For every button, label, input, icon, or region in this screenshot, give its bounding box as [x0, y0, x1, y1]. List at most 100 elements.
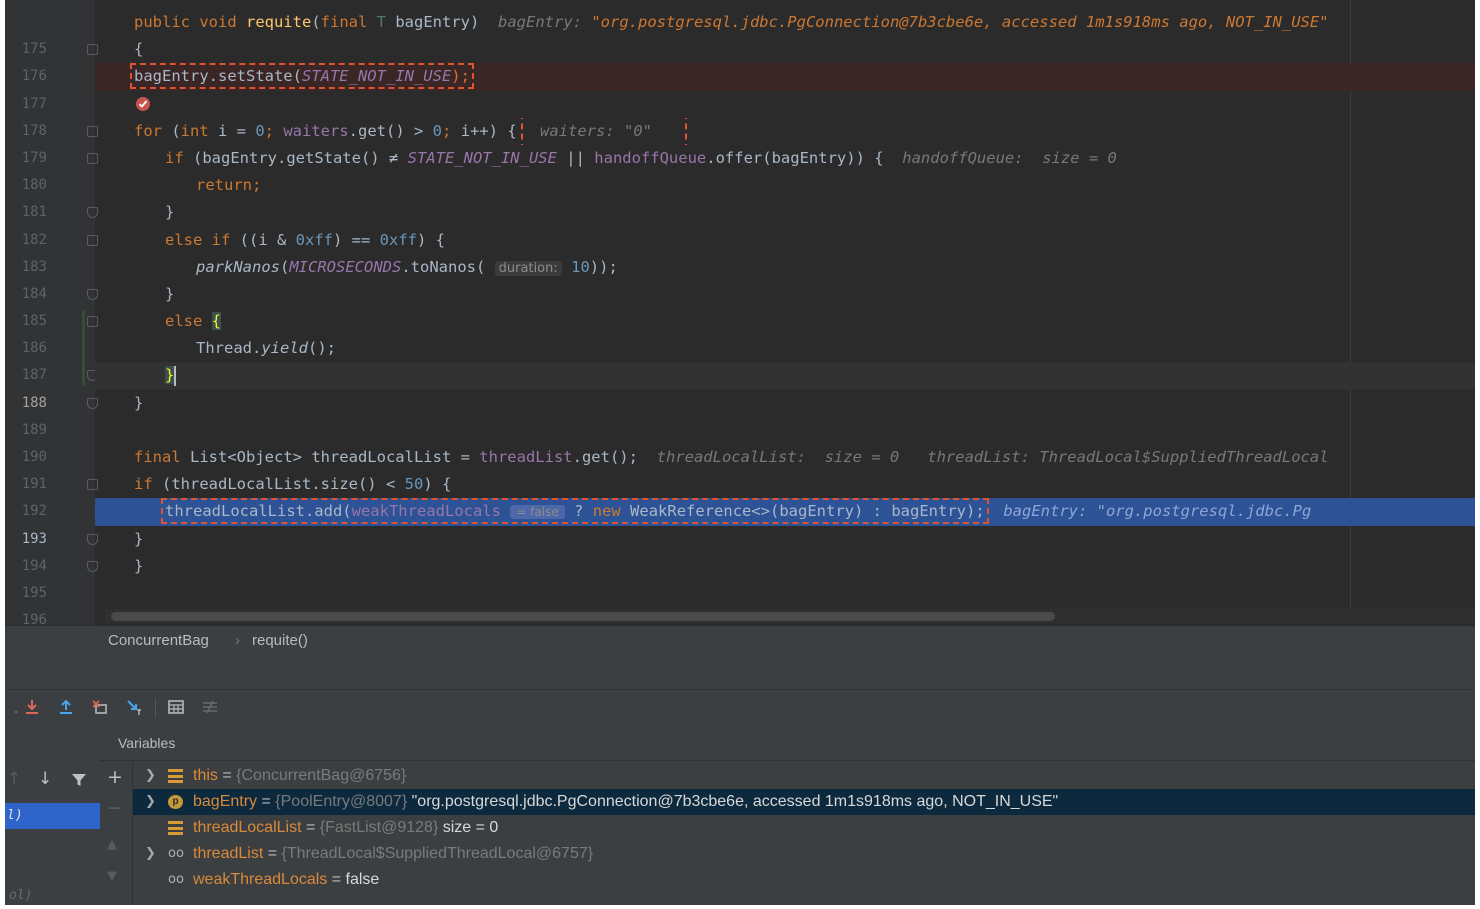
scrollbar-thumb[interactable] — [111, 612, 1055, 621]
frames-panel: ↑ ↓ l) ol) — [5, 725, 100, 905]
variable-name: weakThreadLocals — [193, 871, 328, 888]
variable-type: {ThreadLocal$SuppliedThreadLocal@6757} — [281, 845, 594, 862]
constant: STATE_NOT_IN_USE — [407, 148, 557, 167]
code-line[interactable]: 180 if (bagEntry.getState() ≠ STATE_NOT_… — [5, 145, 1475, 193]
code-token: ((i & — [239, 230, 296, 249]
step-out-icon[interactable] — [55, 698, 77, 718]
code-token: final — [134, 448, 190, 466]
code-line[interactable]: 178 — [5, 91, 1475, 139]
drop-frame-icon[interactable] — [89, 698, 111, 718]
code-line[interactable]: 196 — [5, 580, 1475, 625]
code-token: T — [376, 13, 396, 31]
trace-icon[interactable] — [199, 698, 221, 718]
variable-row-weakThreadLocals[interactable]: oo weakThreadLocals = false — [133, 867, 1475, 893]
watch-glasses-icon: oo — [168, 872, 184, 887]
static-method: yield — [261, 339, 308, 358]
horizontal-scrollbar[interactable] — [105, 609, 1475, 623]
code-line[interactable]: 192 if (threadLocalList.size() < 50) { — [5, 471, 1475, 519]
code-token: .get(); — [572, 448, 638, 466]
code-line[interactable]: 176 { — [5, 36, 1475, 84]
code-token: i = — [218, 121, 256, 140]
code-token: } — [134, 529, 144, 548]
code-token: WeakReference<>(bagEntry) : bagEntry); — [630, 502, 985, 521]
variable-eq: = — [327, 871, 346, 888]
breadcrumb-method[interactable]: requite() — [252, 626, 308, 656]
ide-window: 175 public void requite(final T bagEntry… — [5, 0, 1475, 905]
move-up-icon[interactable]: ▲ — [107, 837, 117, 852]
code-line[interactable]: 179 for (int i = 0; waiters.get() > 0; i… — [5, 117, 1475, 166]
variable-eq: = — [217, 767, 237, 784]
expand-arrow-icon[interactable]: ❯ — [145, 841, 156, 867]
code-token: threadLocalList.add( — [165, 502, 352, 521]
arrow-down-icon[interactable]: ↓ — [38, 769, 52, 789]
step-into-icon[interactable] — [21, 698, 43, 718]
evaluate-icon[interactable] — [165, 698, 187, 718]
code-token: i++) { — [460, 121, 517, 140]
code-line[interactable]: 186 else { — [5, 308, 1475, 356]
code-line[interactable]: 195 } — [5, 553, 1475, 601]
code-token: if — [165, 148, 193, 167]
code-line[interactable]: 191 final List<Object> threadLocalList =… — [5, 444, 1475, 492]
constant: MICROSECONDS — [289, 257, 402, 276]
inline-value-badge: = false — [510, 505, 565, 520]
remove-watch-icon[interactable]: − — [107, 797, 123, 819]
code-line[interactable]: 175 public void requite(final T bagEntry… — [5, 9, 1475, 57]
code-line[interactable]: 190 — [5, 417, 1475, 465]
number-literal: 0 — [255, 121, 265, 140]
code-token: if — [134, 475, 162, 494]
frame-item[interactable]: ol) — [9, 888, 32, 903]
code-token: final — [320, 13, 377, 31]
filter-icon[interactable] — [71, 769, 87, 793]
breadcrumb-separator: › — [235, 632, 240, 649]
code-token: .get() > — [348, 121, 433, 140]
variable-name: threadList — [193, 845, 264, 862]
selected-frame[interactable]: l) — [5, 803, 100, 829]
annotated-statement: bagEntry.setState(STATE_NOT_IN_USE); — [130, 63, 474, 90]
move-down-icon[interactable]: ▼ — [107, 869, 117, 884]
code-line-breakpoint[interactable]: 177 bagEntry.setState(STATE_NOT_IN_USE); — [5, 63, 1475, 112]
code-line[interactable]: 187 Thread.yield(); — [5, 335, 1475, 383]
variable-row-threadList[interactable]: ❯ oo threadList = {ThreadLocal$SuppliedT… — [133, 841, 1475, 867]
code-token: ( — [171, 121, 181, 140]
code-line[interactable]: 194 } — [5, 526, 1475, 574]
constant: STATE_NOT_IN_USE — [301, 67, 452, 86]
parameter-hint: duration: — [494, 260, 562, 276]
arrow-up-icon[interactable]: ↑ — [7, 769, 21, 789]
inline-debug-hint: handoffQueue: size = 0 — [902, 148, 1117, 167]
variables-toolbar: + − ▲ ▼ — [100, 761, 133, 905]
code-editor[interactable]: 175 public void requite(final T bagEntry… — [5, 0, 1475, 625]
run-to-cursor-icon[interactable] — [123, 698, 145, 718]
add-watch-icon[interactable]: + — [107, 766, 123, 788]
code-line-caret[interactable]: 188 } — [5, 362, 1475, 411]
variable-name: threadLocalList — [193, 819, 302, 836]
field-icon — [168, 821, 183, 835]
code-line[interactable]: 181 return; — [5, 172, 1475, 220]
expand-arrow-icon[interactable]: ❯ — [145, 789, 156, 815]
code-token: ? — [564, 502, 593, 521]
variable-row-this[interactable]: ❯ this = {ConcurrentBag@6756} — [133, 763, 1475, 789]
number-literal: 50 — [404, 475, 424, 494]
breadcrumb-class[interactable]: ConcurrentBag — [108, 626, 209, 656]
field-ref: waiters — [283, 121, 349, 140]
code-token: )); — [589, 257, 618, 276]
variables-tree[interactable]: ❯ this = {ConcurrentBag@6756} ❯ p bagEnt… — [133, 761, 1475, 905]
expand-arrow-icon[interactable]: ❯ — [145, 763, 156, 789]
inline-debug-hint: waiters: "0" — [521, 117, 688, 145]
code-line-execution-point[interactable]: 193 threadLocalList.add(weakThreadLocals… — [5, 498, 1475, 547]
code-token: ); — [451, 67, 470, 86]
code-line[interactable]: 189 } — [5, 390, 1475, 438]
variable-eq: = — [301, 819, 320, 836]
code-line[interactable]: 183 else if ((i & 0xff) == 0xff) { — [5, 227, 1475, 275]
toolbar-separator — [155, 698, 156, 718]
variable-row-threadLocalList[interactable]: threadLocalList = {FastList@9128} size =… — [133, 815, 1475, 841]
parameter-icon: p — [168, 795, 183, 809]
code-line[interactable]: 182 } — [5, 199, 1475, 247]
code-token: .offer(bagEntry)) { — [706, 148, 884, 167]
line-number: 196 — [21, 612, 47, 625]
code-token: else — [165, 312, 212, 331]
code-line[interactable]: 184 parkNanos(MICROSECONDS.toNanos( dura… — [5, 254, 1475, 302]
variable-row-bagEntry[interactable]: ❯ p bagEntry = {PoolEntry@8007} "org.pos… — [133, 789, 1475, 815]
variable-value: false — [345, 871, 380, 888]
code-line[interactable]: 185 } — [5, 281, 1475, 329]
field-icon — [168, 769, 183, 783]
